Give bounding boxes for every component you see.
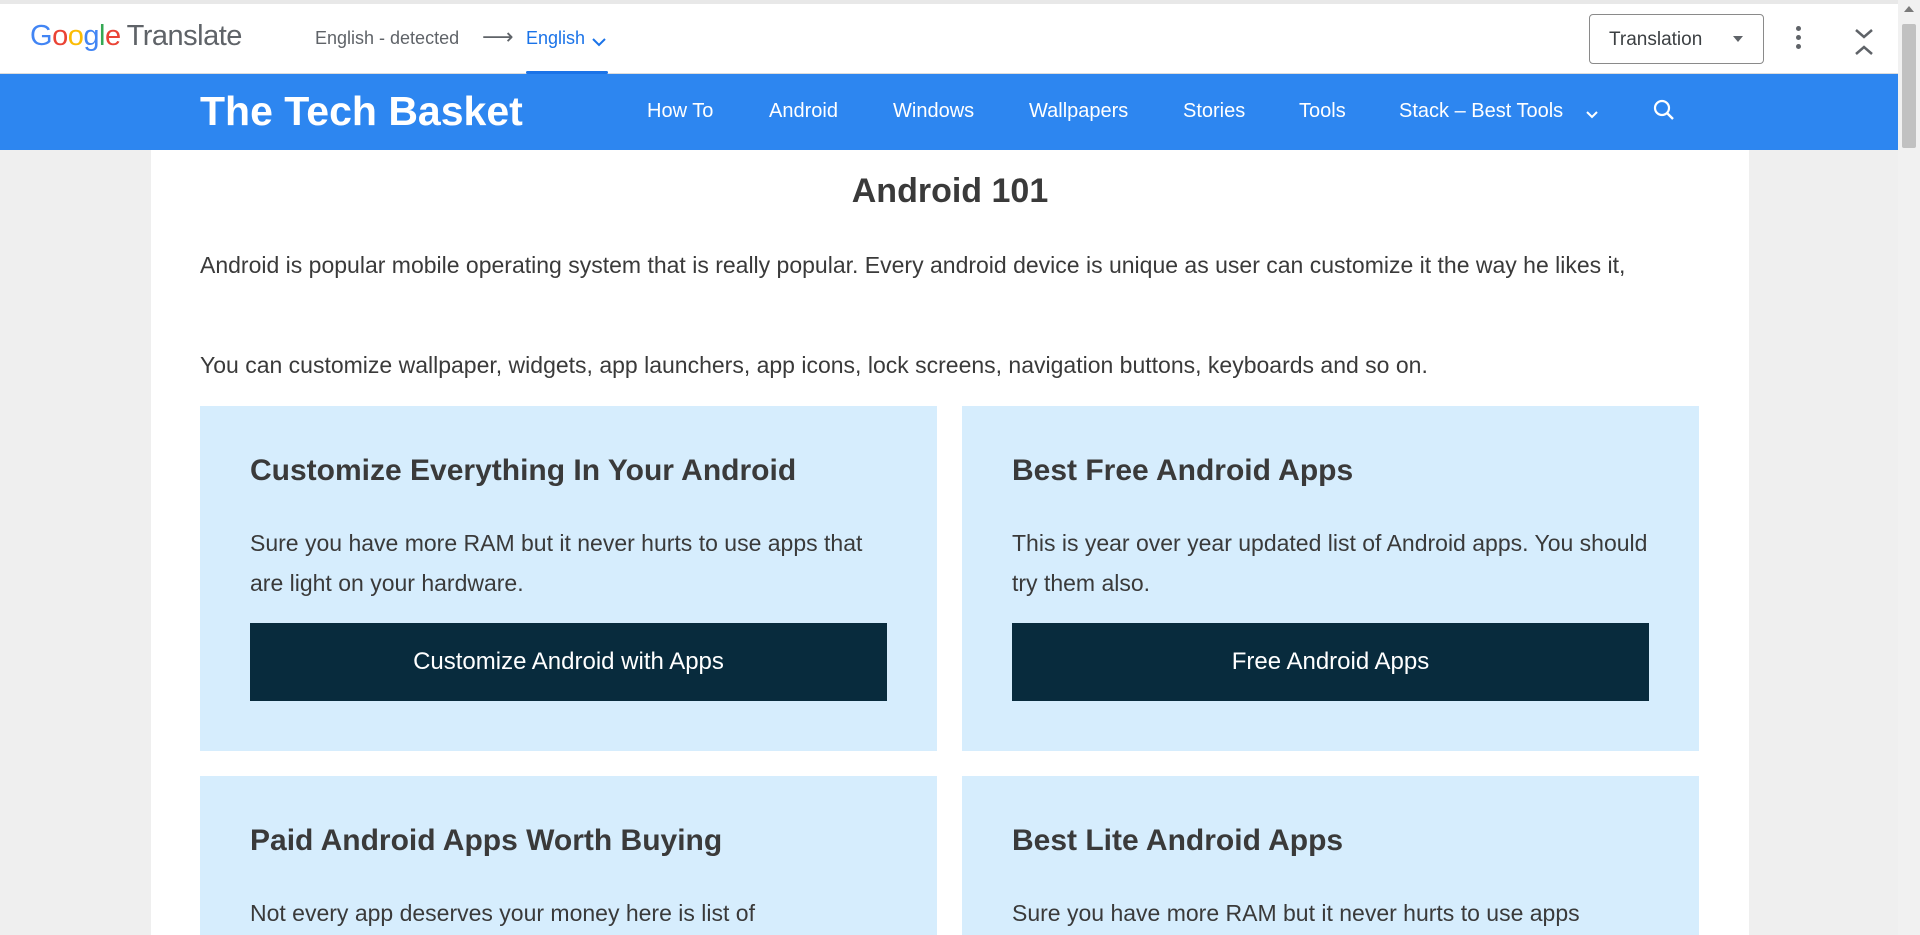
customize-android-button[interactable]: Customize Android with Apps <box>250 623 887 701</box>
intro-paragraph: You can customize wallpaper, widgets, ap… <box>200 352 1428 378</box>
card-title: Best Free Android Apps <box>1012 454 1354 487</box>
search-icon[interactable] <box>1652 98 1676 127</box>
nav-item-tools[interactable]: Tools <box>1299 100 1346 123</box>
card-paid-android-apps: Paid Android Apps Worth Buying Not every… <box>200 776 937 935</box>
collapse-icon[interactable] <box>1852 26 1876 58</box>
source-language-tab[interactable]: English - detected <box>315 28 459 49</box>
arrow-right-icon: ⟶ <box>482 24 514 49</box>
free-android-apps-button[interactable]: Free Android Apps <box>1012 623 1649 701</box>
card-customize-android: Customize Everything In Your Android Sur… <box>200 406 937 751</box>
nav-item-android[interactable]: Android <box>769 100 838 123</box>
page-scrollbar[interactable] <box>1898 0 1920 935</box>
nav-item-windows[interactable]: Windows <box>893 100 974 123</box>
intro-paragraph: Android is popular mobile operating syst… <box>200 252 1626 278</box>
scroll-up-arrow-icon[interactable] <box>1904 6 1914 12</box>
site-header: The Tech Basket How To Android Windows W… <box>0 74 1898 150</box>
chevron-down-icon[interactable] <box>1586 106 1598 124</box>
card-text: Not every app deserves your money here i… <box>250 900 755 926</box>
card-text: This is year over year updated list of A… <box>1012 530 1648 596</box>
card-title: Paid Android Apps Worth Buying <box>250 824 723 857</box>
main-content: Android 101 Android is popular mobile op… <box>151 150 1749 935</box>
target-language-tab[interactable]: English <box>526 28 585 49</box>
view-mode-value: Translation <box>1609 29 1703 50</box>
card-text: Sure you have more RAM but it never hurt… <box>250 530 863 596</box>
scrollbar-thumb[interactable] <box>1902 24 1916 148</box>
card-free-android-apps: Best Free Android Apps This is year over… <box>962 406 1699 751</box>
site-title[interactable]: The Tech Basket <box>200 88 523 135</box>
dropdown-caret-icon <box>1733 36 1743 42</box>
card-lite-android-apps: Best Lite Android Apps Sure you have mor… <box>962 776 1699 935</box>
card-text: Sure you have more RAM but it never hurt… <box>1012 900 1580 926</box>
more-vertical-icon[interactable] <box>1786 26 1810 56</box>
page-title: Android 101 <box>851 172 1049 210</box>
nav-item-stories[interactable]: Stories <box>1183 100 1245 123</box>
view-mode-select[interactable]: Translation <box>1589 14 1764 64</box>
chevron-down-icon[interactable] <box>592 34 606 52</box>
nav-item-stack-best-tools[interactable]: Stack – Best Tools <box>1399 100 1563 123</box>
nav-item-how-to[interactable]: How To <box>647 100 713 123</box>
card-title: Customize Everything In Your Android <box>250 454 797 487</box>
google-translate-bar: Google Translate English - detected ⟶ Eng… <box>0 0 1898 74</box>
google-translate-logo[interactable]: Google Translate <box>30 20 242 53</box>
card-title: Best Lite Android Apps <box>1012 824 1344 857</box>
nav-item-wallpapers[interactable]: Wallpapers <box>1029 100 1128 123</box>
